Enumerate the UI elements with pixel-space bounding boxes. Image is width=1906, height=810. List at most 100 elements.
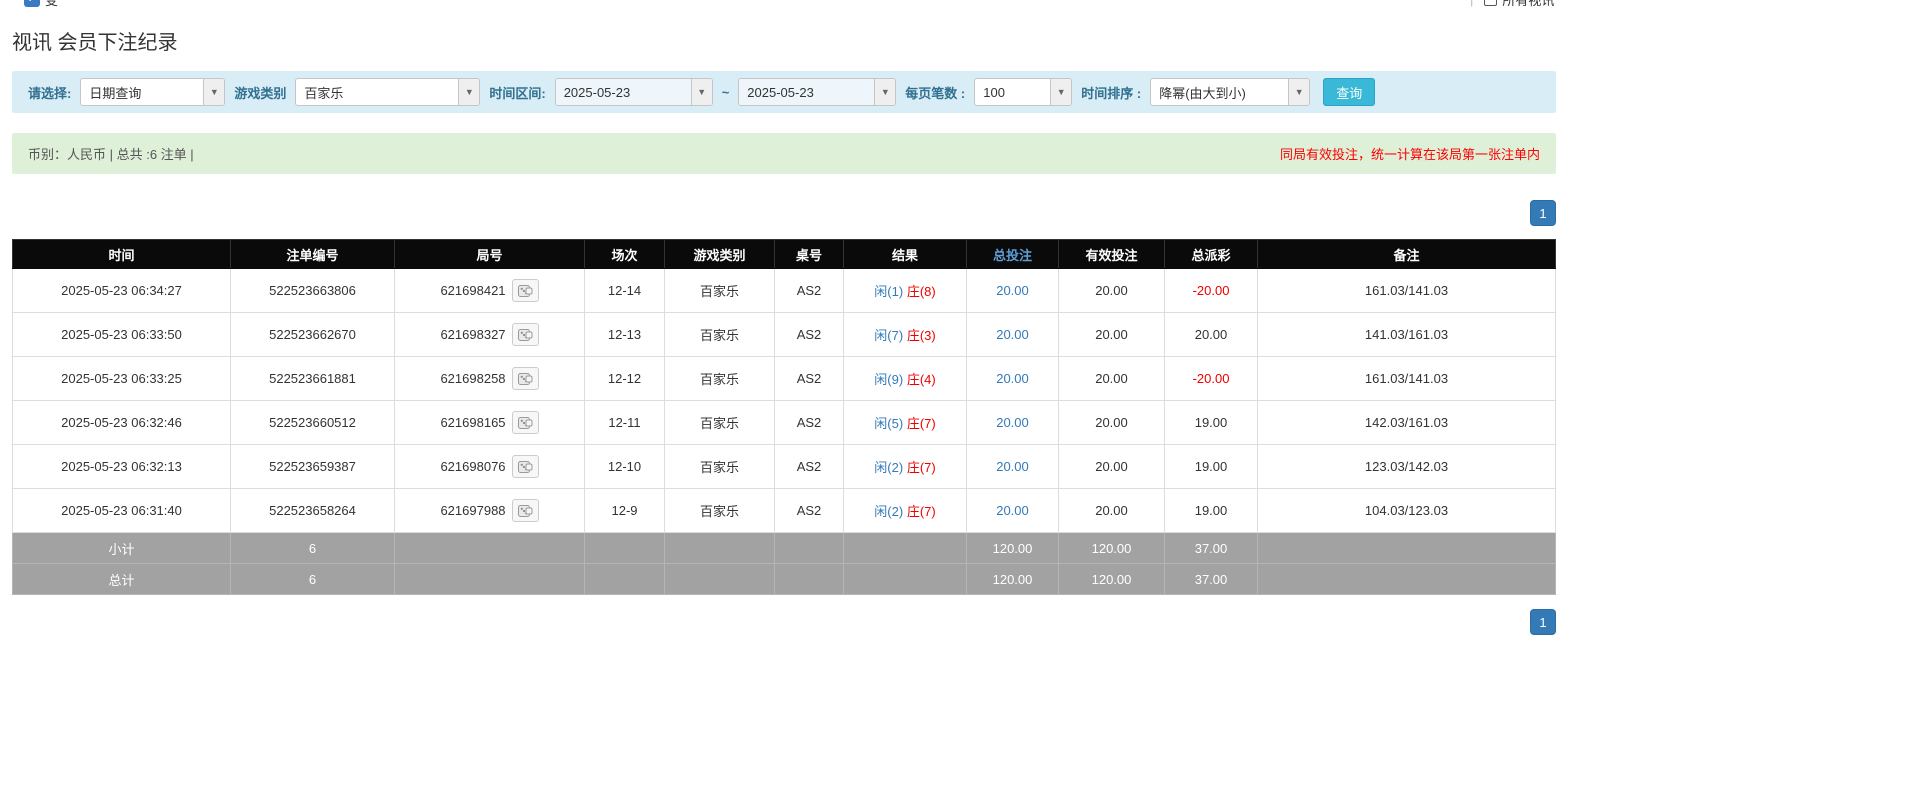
dice-icon: [517, 328, 533, 342]
dice-icon: [517, 460, 533, 474]
cell-total-bet[interactable]: 20.00: [967, 445, 1059, 489]
cell-result: 闲(7) 庄(3): [844, 313, 967, 357]
window-icon: [1484, 0, 1497, 6]
col-header-valid-bet: 有效投注: [1059, 240, 1165, 269]
table-row: 2025-05-23 06:34:27 522523663806 6216984…: [13, 269, 1556, 313]
col-header-total-bet[interactable]: 总投注: [967, 240, 1059, 269]
total-valid-bet: 120.00: [1059, 564, 1165, 595]
page: ✓ 变 | 所有视讯 视讯 会员下注纪录 请选择: 日期查询 ▼ 游戏类别 百家…: [12, 0, 1556, 635]
dice-result-button[interactable]: [512, 411, 539, 434]
result-player: 闲(9): [874, 372, 903, 387]
cell-total-bet[interactable]: 20.00: [967, 401, 1059, 445]
page-size-value: 100: [975, 79, 1050, 105]
col-header-game-type: 游戏类别: [665, 240, 775, 269]
cell-payout: 19.00: [1165, 489, 1258, 533]
cell-valid-bet: 20.00: [1059, 445, 1165, 489]
cell-table-no: AS2: [775, 489, 844, 533]
cell-remark: 142.03/161.03: [1258, 401, 1556, 445]
chevron-down-icon: ▼: [203, 79, 224, 105]
cell-round-id: 621698327: [395, 313, 585, 357]
result-player: 闲(2): [874, 504, 903, 519]
cell-total-bet[interactable]: 20.00: [967, 269, 1059, 313]
cell-result: 闲(1) 庄(8): [844, 269, 967, 313]
query-type-label: 请选择:: [28, 83, 71, 102]
round-id-text: 621697988: [440, 503, 505, 518]
col-header-session: 场次: [585, 240, 665, 269]
topbar-right-label: 所有视讯: [1502, 0, 1554, 9]
cell-valid-bet: 20.00: [1059, 357, 1165, 401]
cell-game-type: 百家乐: [665, 357, 775, 401]
cell-table-no: AS2: [775, 445, 844, 489]
search-button[interactable]: 查询: [1323, 78, 1375, 106]
cell-result: 闲(9) 庄(4): [844, 357, 967, 401]
cell-game-type: 百家乐: [665, 445, 775, 489]
dice-icon: [517, 416, 533, 430]
cell-remark: 123.03/142.03: [1258, 445, 1556, 489]
subtotal-count: 6: [231, 533, 395, 564]
cell-total-bet[interactable]: 20.00: [967, 489, 1059, 533]
date-to-select[interactable]: 2025-05-23 ▼: [738, 78, 896, 106]
chevron-down-icon: ▼: [1050, 79, 1071, 105]
table-row: 2025-05-23 06:32:13 522523659387 6216980…: [13, 445, 1556, 489]
cell-time: 2025-05-23 06:33:50: [13, 313, 231, 357]
topbar-right-fragment[interactable]: | 所有视讯: [1470, 0, 1554, 10]
page-title: 视讯 会员下注纪录: [12, 26, 1556, 55]
col-header-payout: 总派彩: [1165, 240, 1258, 269]
topbar-left-fragment[interactable]: ✓ 变: [24, 0, 58, 10]
sort-order-value: 降幂(由大到小): [1151, 79, 1288, 105]
game-type-select[interactable]: 百家乐 ▼: [295, 78, 480, 106]
result-player: 闲(7): [874, 328, 903, 343]
sort-order-select[interactable]: 降幂(由大到小) ▼: [1150, 78, 1310, 106]
page-1-button[interactable]: 1: [1530, 200, 1556, 226]
result-banker: 庄(7): [907, 504, 936, 519]
page-size-select[interactable]: 100 ▼: [974, 78, 1072, 106]
date-from-select[interactable]: 2025-05-23 ▼: [555, 78, 713, 106]
dice-result-button[interactable]: [512, 279, 539, 302]
dice-result-button[interactable]: [512, 499, 539, 522]
subtotal-payout: 37.00: [1165, 533, 1258, 564]
topbar: ✓ 变 | 所有视讯: [12, 0, 1556, 10]
query-type-select[interactable]: 日期查询 ▼: [80, 78, 225, 106]
round-id-text: 621698258: [440, 371, 505, 386]
cell-total-bet[interactable]: 20.00: [967, 357, 1059, 401]
cell-round-id: 621698421: [395, 269, 585, 313]
table-header-row: 时间 注单编号 局号 场次 游戏类别 桌号 结果 总投注 有效投注 总派彩 备注: [13, 240, 1556, 269]
cell-valid-bet: 20.00: [1059, 489, 1165, 533]
cell-result: 闲(5) 庄(7): [844, 401, 967, 445]
filter-bar: 请选择: 日期查询 ▼ 游戏类别 百家乐 ▼ 时间区间: 2025-05-23 …: [12, 71, 1556, 113]
cell-time: 2025-05-23 06:32:13: [13, 445, 231, 489]
cell-table-no: AS2: [775, 269, 844, 313]
round-id-text: 621698165: [440, 415, 505, 430]
cell-payout: 20.00: [1165, 313, 1258, 357]
topbar-left-label: 变: [45, 0, 58, 9]
summary-currency-count: 币别：人民币 | 总共 :6 注单 |: [28, 144, 194, 163]
subtotal-label: 小计: [13, 533, 231, 564]
cell-time: 2025-05-23 06:34:27: [13, 269, 231, 313]
cell-game-type: 百家乐: [665, 313, 775, 357]
cell-session: 12-10: [585, 445, 665, 489]
cell-session: 12-11: [585, 401, 665, 445]
page-1-button[interactable]: 1: [1530, 609, 1556, 635]
dice-result-button[interactable]: [512, 455, 539, 478]
col-header-time: 时间: [13, 240, 231, 269]
dice-icon: [517, 504, 533, 518]
dice-result-button[interactable]: [512, 323, 539, 346]
divider: |: [1470, 0, 1473, 7]
table-body: 2025-05-23 06:34:27 522523663806 6216984…: [13, 269, 1556, 533]
dice-icon: [517, 284, 533, 298]
date-from-value: 2025-05-23: [556, 79, 691, 105]
cell-session: 12-14: [585, 269, 665, 313]
cell-game-type: 百家乐: [665, 269, 775, 313]
cell-total-bet[interactable]: 20.00: [967, 313, 1059, 357]
cell-bet-id: 522523661881: [231, 357, 395, 401]
cell-game-type: 百家乐: [665, 489, 775, 533]
round-id-text: 621698076: [440, 459, 505, 474]
dice-result-button[interactable]: [512, 367, 539, 390]
cell-payout: -20.00: [1165, 269, 1258, 313]
table-row: 2025-05-23 06:33:50 522523662670 6216983…: [13, 313, 1556, 357]
col-header-bet-id: 注单编号: [231, 240, 395, 269]
summary-notice: 同局有效投注，统一计算在该局第一张注单内: [1280, 144, 1540, 163]
result-banker: 庄(3): [907, 328, 936, 343]
subtotal-row: 小计 6 120.00 120.00 37.00: [13, 533, 1556, 564]
col-header-round-id: 局号: [395, 240, 585, 269]
